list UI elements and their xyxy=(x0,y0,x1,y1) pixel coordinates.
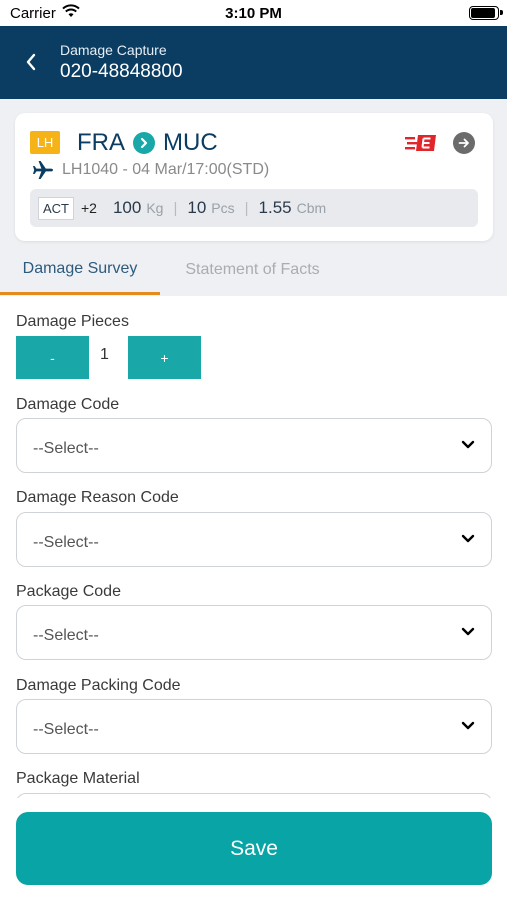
app-header: Damage Capture 020-48848800 xyxy=(0,26,507,99)
damage-code-select[interactable]: --Select-- xyxy=(16,418,492,473)
select-placeholder: --Select-- xyxy=(33,627,99,644)
battery-icon xyxy=(469,6,503,20)
origin-code: FRA xyxy=(77,129,125,156)
route-arrow-icon xyxy=(133,132,155,154)
weight-unit: Kg xyxy=(146,200,164,216)
header-subtitle: Damage Capture xyxy=(60,42,167,58)
damage-reason-code-select[interactable]: --Select-- xyxy=(16,512,492,567)
arrow-right-icon xyxy=(458,138,469,148)
select-placeholder: --Select-- xyxy=(33,534,99,551)
bottom-bar: Save xyxy=(0,798,507,900)
chevron-down-icon xyxy=(461,721,475,730)
pieces-unit: Pcs xyxy=(211,200,235,216)
status-badge: ACT xyxy=(38,196,74,220)
plane-icon xyxy=(33,161,53,179)
shipment-summary: ACT +2 100 Kg | 10 Pcs | 1.55 Cbm xyxy=(30,189,478,227)
package-code-label: Package Code xyxy=(16,583,121,600)
awb-number: 020-48848800 xyxy=(60,61,183,82)
decrement-button[interactable]: - xyxy=(16,336,89,379)
extra-count: +2 xyxy=(81,200,97,216)
chevron-left-icon xyxy=(26,53,36,71)
chevron-down-icon xyxy=(461,534,475,543)
flight-info: LH1040 - 04 Mar/17:00(STD) xyxy=(62,161,270,178)
route: FRA MUC xyxy=(77,129,218,157)
back-button[interactable] xyxy=(18,49,44,75)
damage-form: Damage Pieces - 1 + Damage Code --Select… xyxy=(0,296,507,798)
volume-unit: Cbm xyxy=(296,200,327,216)
damage-packing-code-select[interactable]: --Select-- xyxy=(16,699,492,754)
damage-packing-code-label: Damage Packing Code xyxy=(16,677,181,694)
pieces-value: 10 xyxy=(187,198,207,217)
package-material-label: Package Material xyxy=(16,770,140,787)
select-placeholder: --Select-- xyxy=(33,721,99,738)
damage-pieces-value: 1 xyxy=(100,346,109,363)
increment-button[interactable]: + xyxy=(128,336,201,379)
flight-card: LH FRA MUC LH1040 - 04 Mar/17:00(STD) AC… xyxy=(15,113,493,241)
chevron-down-icon xyxy=(461,627,475,636)
separator: | xyxy=(173,199,178,217)
status-bar: Carrier 3:10 PM xyxy=(0,0,507,26)
destination-code: MUC xyxy=(163,129,218,156)
save-button[interactable]: Save xyxy=(16,812,492,885)
details-arrow-button[interactable] xyxy=(453,132,475,154)
tab-statement-of-facts[interactable]: Statement of Facts xyxy=(160,245,345,295)
separator: | xyxy=(244,199,249,217)
package-code-select[interactable]: --Select-- xyxy=(16,605,492,660)
chevron-down-icon xyxy=(461,440,475,449)
tab-bar: Damage Survey Statement of Facts xyxy=(0,245,507,295)
airline-badge: LH xyxy=(30,131,60,154)
damage-code-label: Damage Code xyxy=(16,396,120,413)
select-placeholder: --Select-- xyxy=(33,440,99,457)
status-time: 3:10 PM xyxy=(225,5,282,22)
weight-value: 100 xyxy=(112,198,142,217)
damage-reason-code-label: Damage Reason Code xyxy=(16,489,179,506)
tab-damage-survey[interactable]: Damage Survey xyxy=(0,245,160,295)
damage-pieces-label: Damage Pieces xyxy=(16,313,129,330)
express-e-icon xyxy=(405,135,436,151)
volume-value: 1.55 xyxy=(258,198,292,217)
